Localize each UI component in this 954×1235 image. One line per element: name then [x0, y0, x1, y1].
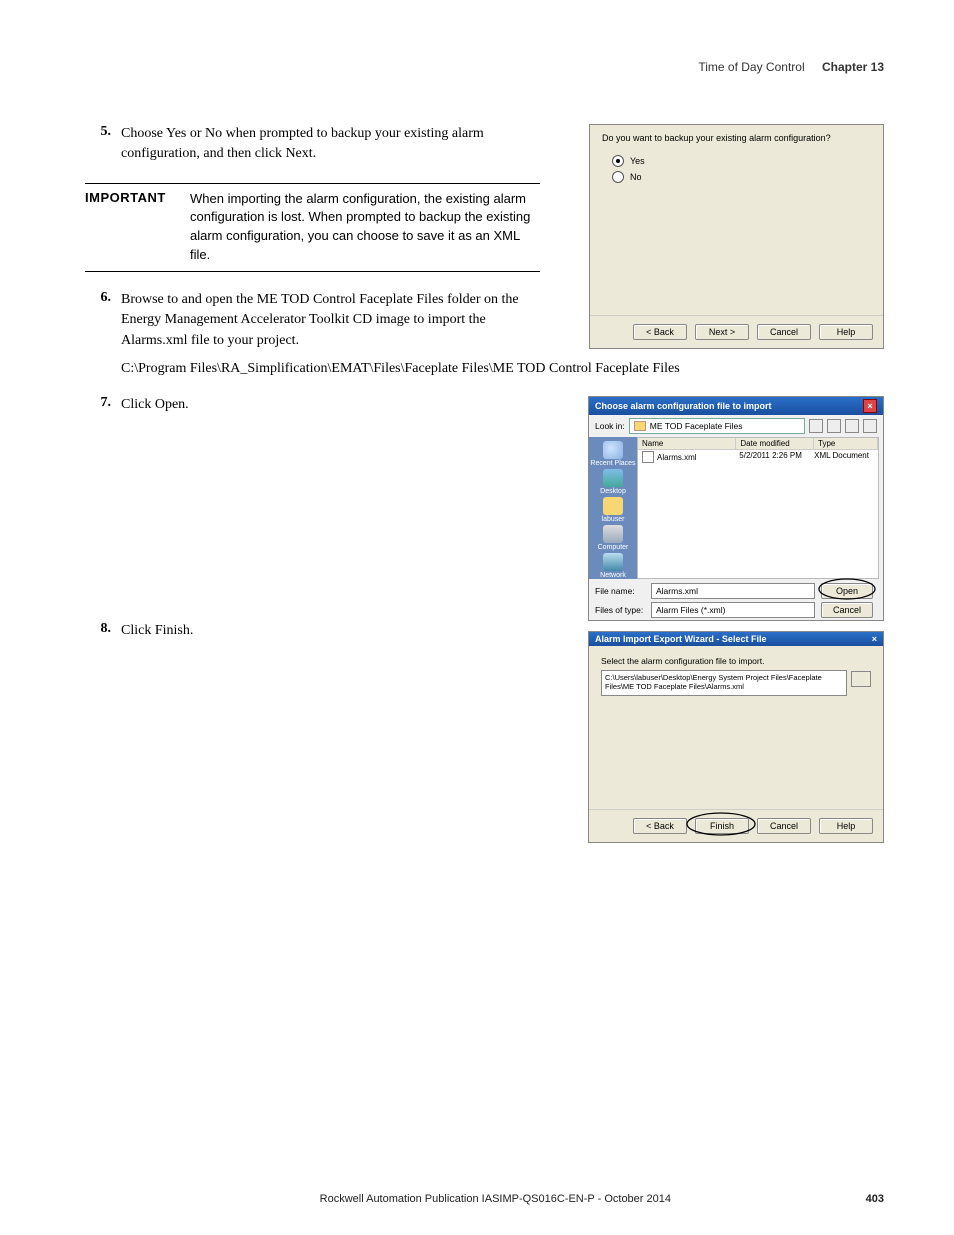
place-user[interactable]: labuser: [602, 497, 625, 523]
step-text: Click Finish.: [121, 621, 545, 641]
button-bar: < Back Next > Cancel Help: [590, 315, 883, 348]
back-button[interactable]: < Back: [633, 324, 687, 340]
file-list[interactable]: Name Date modified Type Alarms.xml 5/2/2…: [637, 437, 879, 579]
screenshot-backup-prompt: Do you want to backup your existing alar…: [589, 124, 884, 349]
step-number: 6.: [85, 290, 121, 306]
titlebar: Alarm Import Export Wizard - Select File…: [589, 632, 883, 646]
network-icon: [603, 553, 623, 571]
column-headers: Name Date modified Type: [638, 438, 878, 450]
place-recent[interactable]: Recent Places: [590, 441, 635, 467]
important-callout: IMPORTANT When importing the alarm confi…: [85, 183, 540, 272]
step-text: Browse to and open the ME TOD Control Fa…: [121, 290, 545, 351]
radio-icon: [612, 155, 624, 167]
up-folder-icon[interactable]: [827, 419, 841, 433]
step-text: Choose Yes or No when prompted to backup…: [121, 124, 545, 165]
important-text: When importing the alarm configuration, …: [190, 190, 540, 265]
filetype-label: Files of type:: [595, 605, 645, 615]
new-folder-icon[interactable]: [845, 419, 859, 433]
radio-label: No: [630, 172, 642, 182]
look-in-label: Look in:: [595, 421, 625, 431]
step-7: 7. Click Open.: [85, 395, 545, 415]
back-nav-icon[interactable]: [809, 419, 823, 433]
help-button[interactable]: Help: [819, 324, 873, 340]
page-header: Time of Day Control Chapter 13: [85, 60, 884, 74]
cancel-button[interactable]: Cancel: [757, 818, 811, 834]
view-menu-icon[interactable]: [863, 419, 877, 433]
path-field[interactable]: C:\Users\labuser\Desktop\Energy System P…: [601, 670, 847, 696]
step-8: 8. Click Finish.: [85, 621, 545, 641]
file-type: XML Document: [814, 451, 874, 463]
publication-info: Rockwell Automation Publication IASIMP-Q…: [320, 1193, 671, 1205]
step-number: 8.: [85, 621, 121, 637]
screenshot-wizard-select-file: Alarm Import Export Wizard - Select File…: [588, 631, 884, 843]
prompt-question: Do you want to backup your existing alar…: [602, 133, 871, 143]
help-button[interactable]: Help: [819, 818, 873, 834]
step-number: 7.: [85, 395, 121, 411]
step-5: 5. Choose Yes or No when prompted to bac…: [85, 124, 545, 165]
chapter-number: Chapter 13: [822, 60, 884, 74]
button-bar: < Back Finish Cancel Help: [589, 809, 883, 842]
file-row[interactable]: Alarms.xml 5/2/2011 2:26 PM XML Document: [638, 450, 878, 464]
col-date[interactable]: Date modified: [736, 438, 814, 449]
desktop-icon: [603, 469, 623, 487]
look-in-combo[interactable]: ME TOD Faceplate Files: [629, 418, 805, 434]
finish-button[interactable]: Finish: [695, 818, 749, 834]
col-name[interactable]: Name: [638, 438, 736, 449]
browse-button[interactable]: [851, 671, 871, 687]
filename-field[interactable]: Alarms.xml: [651, 583, 815, 599]
important-label: IMPORTANT: [85, 190, 190, 265]
file-date: 5/2/2011 2:26 PM: [739, 451, 814, 463]
dialog-title: Choose alarm configuration file to impor…: [595, 401, 772, 411]
filetype-field[interactable]: Alarm Files (*.xml): [651, 602, 815, 618]
cancel-button[interactable]: Cancel: [821, 602, 873, 618]
dialog-title: Alarm Import Export Wizard - Select File: [595, 634, 766, 644]
radio-label: Yes: [630, 156, 645, 166]
places-bar: Recent Places Desktop labuser Computer N…: [589, 437, 637, 579]
open-button[interactable]: Open: [821, 583, 873, 599]
back-button[interactable]: < Back: [633, 818, 687, 834]
folder-icon: [634, 421, 646, 431]
place-desktop[interactable]: Desktop: [600, 469, 626, 495]
computer-icon: [603, 525, 623, 543]
radio-icon: [612, 171, 624, 183]
radio-no[interactable]: No: [612, 171, 871, 183]
chapter-name: Time of Day Control: [698, 60, 804, 74]
xml-file-icon: [642, 451, 654, 463]
next-button[interactable]: Next >: [695, 324, 749, 340]
page-footer: Rockwell Automation Publication IASIMP-Q…: [0, 1193, 954, 1205]
cancel-button[interactable]: Cancel: [757, 324, 811, 340]
page-number: 403: [866, 1193, 884, 1205]
step-number: 5.: [85, 124, 121, 140]
recent-icon: [603, 441, 623, 459]
user-folder-icon: [603, 497, 623, 515]
col-type[interactable]: Type: [814, 438, 878, 449]
screenshot-file-chooser: Choose alarm configuration file to impor…: [588, 396, 884, 621]
step-6: 6. Browse to and open the ME TOD Control…: [85, 290, 545, 351]
instruction-label: Select the alarm configuration file to i…: [601, 656, 871, 666]
place-computer[interactable]: Computer: [598, 525, 629, 551]
file-name: Alarms.xml: [657, 453, 697, 462]
step-text: Click Open.: [121, 395, 545, 415]
close-icon[interactable]: ×: [872, 634, 877, 644]
look-in-value: ME TOD Faceplate Files: [650, 421, 743, 431]
filename-label: File name:: [595, 586, 645, 596]
file-path: C:\Program Files\RA_Simplification\EMAT\…: [121, 361, 884, 377]
close-icon[interactable]: ×: [863, 399, 877, 413]
titlebar: Choose alarm configuration file to impor…: [589, 397, 883, 415]
radio-yes[interactable]: Yes: [612, 155, 871, 167]
place-network[interactable]: Network: [600, 553, 626, 579]
